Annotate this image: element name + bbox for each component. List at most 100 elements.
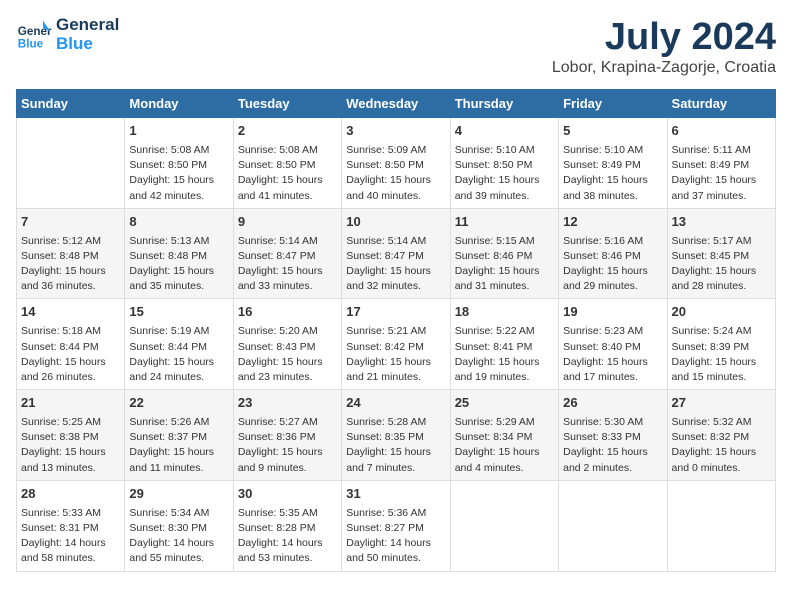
calendar-cell: 26 Sunrise: 5:30 AM Sunset: 8:33 PM Dayli…: [559, 390, 667, 481]
calendar-cell: 29Sunrise: 5:34 AM Sunset: 8:30 PM Dayli…: [125, 480, 233, 571]
day-number: 22: [129, 394, 228, 413]
col-header-monday: Monday: [125, 90, 233, 118]
calendar-cell: 6 Sunrise: 5:11 AM Sunset: 8:49 PM Daylig…: [667, 118, 775, 209]
calendar-cell: 8Sunrise: 5:13 AM Sunset: 8:48 PM Daylig…: [125, 208, 233, 299]
day-number: 20: [672, 303, 771, 322]
day-number: 25: [455, 394, 554, 413]
location: Lobor, Krapina-Zagorje, Croatia: [552, 59, 776, 77]
day-info: Sunrise: 5:22 AM Sunset: 8:41 PM Dayligh…: [455, 324, 554, 385]
day-info: Sunrise: 5:13 AM Sunset: 8:48 PM Dayligh…: [129, 234, 228, 295]
day-number: 9: [238, 213, 337, 232]
day-number: 17: [346, 303, 445, 322]
calendar-cell: 7 Sunrise: 5:12 AM Sunset: 8:48 PM Daylig…: [17, 208, 125, 299]
calendar-cell: 27 Sunrise: 5:32 AM Sunset: 8:32 PM Dayli…: [667, 390, 775, 481]
month-title: July 2024: [552, 16, 776, 59]
day-number: 28: [21, 485, 120, 504]
calendar-cell: 14Sunrise: 5:18 AM Sunset: 8:44 PM Dayli…: [17, 299, 125, 390]
calendar-cell: [17, 118, 125, 209]
week-row-2: 7 Sunrise: 5:12 AM Sunset: 8:48 PM Daylig…: [17, 208, 776, 299]
day-info: Sunrise: 5:11 AM Sunset: 8:49 PM Dayligh…: [672, 143, 771, 204]
day-info: Sunrise: 5:29 AM Sunset: 8:34 PM Dayligh…: [455, 415, 554, 476]
day-info: Sunrise: 5:28 AM Sunset: 8:35 PM Dayligh…: [346, 415, 445, 476]
day-info: Sunrise: 5:36 AM Sunset: 8:27 PM Dayligh…: [346, 506, 445, 567]
day-info: Sunrise: 5:26 AM Sunset: 8:37 PM Dayligh…: [129, 415, 228, 476]
logo-line1: General: [56, 16, 119, 35]
calendar-cell: 25 Sunrise: 5:29 AM Sunset: 8:34 PM Dayli…: [450, 390, 558, 481]
col-header-tuesday: Tuesday: [233, 90, 341, 118]
calendar-cell: [450, 480, 558, 571]
week-row-4: 21 Sunrise: 5:25 AM Sunset: 8:38 PM Dayli…: [17, 390, 776, 481]
calendar-cell: 2 Sunrise: 5:08 AM Sunset: 8:50 PM Daylig…: [233, 118, 341, 209]
page-header: General Blue General Blue July 2024 Lobo…: [16, 16, 776, 77]
day-info: Sunrise: 5:33 AM Sunset: 8:31 PM Dayligh…: [21, 506, 120, 567]
day-number: 10: [346, 213, 445, 232]
day-number: 1: [129, 122, 228, 141]
calendar-cell: 4Sunrise: 5:10 AM Sunset: 8:50 PM Daylig…: [450, 118, 558, 209]
calendar-cell: 23Sunrise: 5:27 AM Sunset: 8:36 PM Dayli…: [233, 390, 341, 481]
day-info: Sunrise: 5:24 AM Sunset: 8:39 PM Dayligh…: [672, 324, 771, 385]
calendar-header: SundayMondayTuesdayWednesdayThursdayFrid…: [17, 90, 776, 118]
day-number: 12: [563, 213, 662, 232]
day-number: 2: [238, 122, 337, 141]
day-info: Sunrise: 5:10 AM Sunset: 8:49 PM Dayligh…: [563, 143, 662, 204]
day-info: Sunrise: 5:08 AM Sunset: 8:50 PM Dayligh…: [129, 143, 228, 204]
day-info: Sunrise: 5:12 AM Sunset: 8:48 PM Dayligh…: [21, 234, 120, 295]
day-info: Sunrise: 5:34 AM Sunset: 8:30 PM Dayligh…: [129, 506, 228, 567]
calendar-cell: 30Sunrise: 5:35 AM Sunset: 8:28 PM Dayli…: [233, 480, 341, 571]
calendar-cell: 31 Sunrise: 5:36 AM Sunset: 8:27 PM Dayli…: [342, 480, 450, 571]
calendar-table: SundayMondayTuesdayWednesdayThursdayFrid…: [16, 89, 776, 572]
day-info: Sunrise: 5:25 AM Sunset: 8:38 PM Dayligh…: [21, 415, 120, 476]
col-header-friday: Friday: [559, 90, 667, 118]
day-number: 7: [21, 213, 120, 232]
title-block: July 2024 Lobor, Krapina-Zagorje, Croati…: [552, 16, 776, 77]
calendar-cell: 20 Sunrise: 5:24 AM Sunset: 8:39 PM Dayli…: [667, 299, 775, 390]
day-number: 26: [563, 394, 662, 413]
day-info: Sunrise: 5:17 AM Sunset: 8:45 PM Dayligh…: [672, 234, 771, 295]
day-info: Sunrise: 5:10 AM Sunset: 8:50 PM Dayligh…: [455, 143, 554, 204]
week-row-5: 28 Sunrise: 5:33 AM Sunset: 8:31 PM Dayli…: [17, 480, 776, 571]
svg-text:Blue: Blue: [18, 37, 44, 50]
calendar-cell: 15Sunrise: 5:19 AM Sunset: 8:44 PM Dayli…: [125, 299, 233, 390]
calendar-cell: 5 Sunrise: 5:10 AM Sunset: 8:49 PM Daylig…: [559, 118, 667, 209]
day-info: Sunrise: 5:19 AM Sunset: 8:44 PM Dayligh…: [129, 324, 228, 385]
day-info: Sunrise: 5:21 AM Sunset: 8:42 PM Dayligh…: [346, 324, 445, 385]
calendar-cell: 21 Sunrise: 5:25 AM Sunset: 8:38 PM Dayli…: [17, 390, 125, 481]
day-info: Sunrise: 5:32 AM Sunset: 8:32 PM Dayligh…: [672, 415, 771, 476]
col-header-thursday: Thursday: [450, 90, 558, 118]
calendar-cell: 13 Sunrise: 5:17 AM Sunset: 8:45 PM Dayli…: [667, 208, 775, 299]
day-number: 6: [672, 122, 771, 141]
day-info: Sunrise: 5:16 AM Sunset: 8:46 PM Dayligh…: [563, 234, 662, 295]
calendar-cell: 18 Sunrise: 5:22 AM Sunset: 8:41 PM Dayli…: [450, 299, 558, 390]
calendar-cell: 19Sunrise: 5:23 AM Sunset: 8:40 PM Dayli…: [559, 299, 667, 390]
day-number: 18: [455, 303, 554, 322]
week-row-3: 14Sunrise: 5:18 AM Sunset: 8:44 PM Dayli…: [17, 299, 776, 390]
calendar-cell: 24 Sunrise: 5:28 AM Sunset: 8:35 PM Dayli…: [342, 390, 450, 481]
header-row: SundayMondayTuesdayWednesdayThursdayFrid…: [17, 90, 776, 118]
logo-line2: Blue: [56, 35, 119, 54]
logo: General Blue General Blue: [16, 16, 119, 53]
day-number: 24: [346, 394, 445, 413]
day-number: 21: [21, 394, 120, 413]
calendar-cell: 1 Sunrise: 5:08 AM Sunset: 8:50 PM Daylig…: [125, 118, 233, 209]
calendar-cell: 11Sunrise: 5:15 AM Sunset: 8:46 PM Dayli…: [450, 208, 558, 299]
day-info: Sunrise: 5:30 AM Sunset: 8:33 PM Dayligh…: [563, 415, 662, 476]
calendar-cell: [559, 480, 667, 571]
calendar-cell: [667, 480, 775, 571]
day-info: Sunrise: 5:14 AM Sunset: 8:47 PM Dayligh…: [238, 234, 337, 295]
day-number: 13: [672, 213, 771, 232]
day-info: Sunrise: 5:14 AM Sunset: 8:47 PM Dayligh…: [346, 234, 445, 295]
day-number: 5: [563, 122, 662, 141]
day-number: 16: [238, 303, 337, 322]
day-number: 3: [346, 122, 445, 141]
calendar-body: 1 Sunrise: 5:08 AM Sunset: 8:50 PM Daylig…: [17, 118, 776, 572]
col-header-saturday: Saturday: [667, 90, 775, 118]
day-number: 27: [672, 394, 771, 413]
calendar-cell: 22 Sunrise: 5:26 AM Sunset: 8:37 PM Dayli…: [125, 390, 233, 481]
day-info: Sunrise: 5:20 AM Sunset: 8:43 PM Dayligh…: [238, 324, 337, 385]
day-number: 19: [563, 303, 662, 322]
day-info: Sunrise: 5:08 AM Sunset: 8:50 PM Dayligh…: [238, 143, 337, 204]
calendar-cell: 28 Sunrise: 5:33 AM Sunset: 8:31 PM Dayli…: [17, 480, 125, 571]
day-number: 31: [346, 485, 445, 504]
calendar-cell: 3Sunrise: 5:09 AM Sunset: 8:50 PM Daylig…: [342, 118, 450, 209]
day-info: Sunrise: 5:15 AM Sunset: 8:46 PM Dayligh…: [455, 234, 554, 295]
